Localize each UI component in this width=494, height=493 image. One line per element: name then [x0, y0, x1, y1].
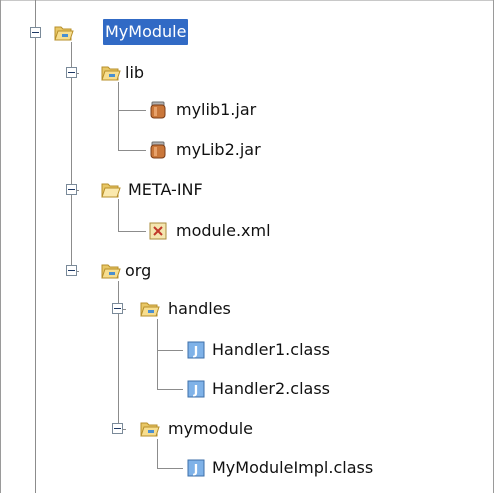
open-folder-icon [140, 422, 160, 437]
tree-node-handles[interactable]: handles [166, 296, 233, 322]
tree-line-mymodule-pkg-children [157, 439, 158, 468]
class-file-icon: J [187, 380, 205, 398]
class-file-icon: J [187, 341, 205, 359]
panel-border-left [0, 0, 1, 493]
tree-line-to-handler2 [157, 389, 183, 390]
open-folder-icon [54, 26, 74, 41]
collapse-lib-button[interactable] [66, 67, 77, 78]
tree-node-handler1-class[interactable]: Handler1.class [210, 337, 332, 363]
class-file-icon: J [187, 459, 205, 477]
tree-line-to-mylib2 [118, 150, 146, 151]
tree-node-org[interactable]: org [123, 258, 153, 284]
tree-line-handles-children [157, 319, 158, 389]
svg-text:J: J [193, 383, 198, 397]
collapse-meta-inf-button[interactable] [66, 184, 77, 195]
svg-text:J: J [193, 462, 198, 476]
jar-file-icon [150, 141, 166, 159]
tree-node-mylib1-jar[interactable]: mylib1.jar [174, 97, 258, 123]
tree-line-root [35, 0, 36, 493]
xml-file-icon [149, 222, 167, 240]
svg-text:J: J [193, 344, 198, 358]
jar-file-icon [150, 101, 166, 119]
tree-node-lib[interactable]: lib [123, 60, 146, 86]
tree-node-handler2-class[interactable]: Handler2.class [210, 376, 332, 402]
project-tree-panel: J J J MyModule lib mylib1.jar myLib2.jar… [0, 0, 494, 493]
tree-node-mylib2-jar[interactable]: myLib2.jar [174, 137, 263, 163]
panel-border-top [0, 0, 494, 1]
tree-node-mymodule-package[interactable]: mymodule [166, 416, 255, 442]
tree-line-to-mymoduleimpl [157, 468, 183, 469]
open-folder-icon [140, 302, 160, 317]
collapse-handles-button[interactable] [112, 303, 123, 314]
tree-node-mymodule[interactable]: MyModule [103, 19, 189, 45]
open-folder-icon [101, 183, 121, 198]
collapse-mymodule-button[interactable] [30, 27, 41, 38]
tree-node-mymoduleimpl-class[interactable]: MyModuleImpl.class [210, 455, 375, 481]
collapse-mymodule-package-button[interactable] [112, 423, 123, 434]
tree-line-to-mylib1 [118, 110, 146, 111]
tree-line-to-module-xml [118, 231, 146, 232]
collapse-org-button[interactable] [66, 265, 77, 276]
tree-line-to-handler1 [157, 350, 183, 351]
open-folder-icon [101, 66, 121, 81]
tree-line-lib-children [118, 82, 119, 150]
open-folder-icon [101, 264, 121, 279]
tree-line-meta-inf-children [118, 199, 119, 231]
tree-node-module-xml[interactable]: module.xml [174, 218, 273, 244]
tree-node-meta-inf[interactable]: META-INF [126, 177, 205, 203]
